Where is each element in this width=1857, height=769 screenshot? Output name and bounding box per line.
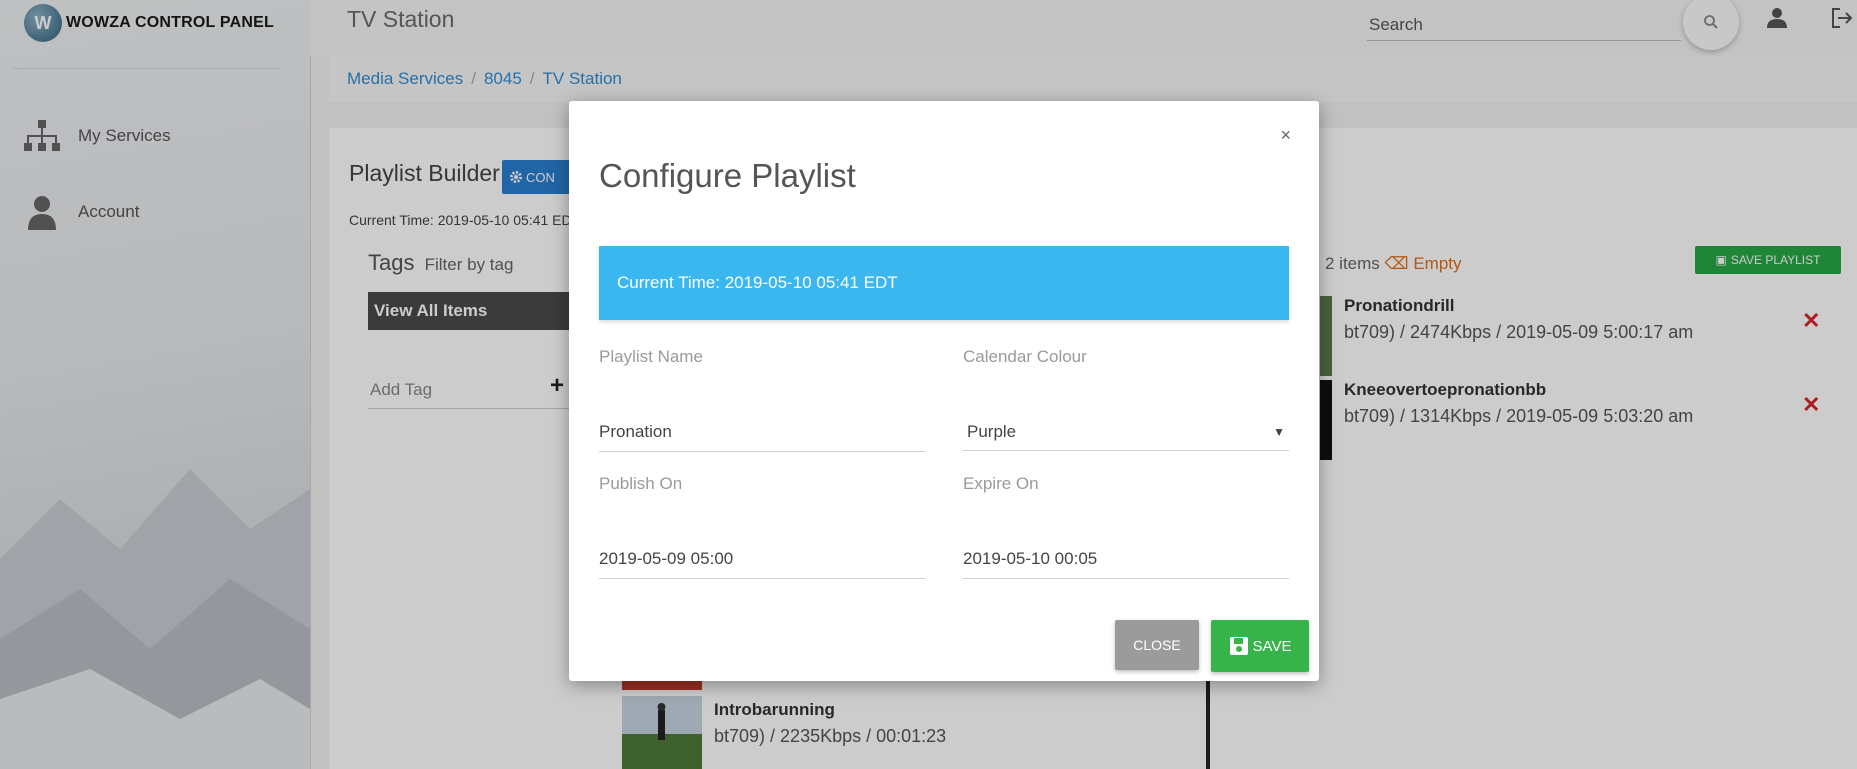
save-floppy-icon (1229, 637, 1248, 655)
playlist-name-input[interactable] (599, 413, 925, 452)
close-button[interactable]: CLOSE (1115, 620, 1199, 670)
dropdown-arrow-icon: ▼ (1273, 424, 1285, 439)
configure-playlist-dialog: × Configure Playlist Current Time: 2019-… (569, 101, 1319, 681)
expire-on-label: Expire On (963, 474, 1039, 493)
calendar-colour-label: Calendar Colour (963, 347, 1087, 366)
save-button[interactable]: SAVE (1211, 620, 1309, 672)
calendar-colour-value: Purple (967, 421, 1017, 441)
calendar-colour-select[interactable]: Purple ▼ (963, 413, 1289, 451)
current-time-banner-text: Current Time: 2019-05-10 05:41 EDT (617, 273, 898, 292)
publish-on-label: Publish On (599, 474, 683, 493)
current-time-banner: Current Time: 2019-05-10 05:41 EDT (599, 246, 1289, 320)
publish-on-input[interactable] (599, 540, 925, 579)
playlist-name-label: Playlist Name (599, 347, 703, 366)
close-icon[interactable]: × (1280, 125, 1291, 146)
expire-on-input[interactable] (963, 540, 1289, 579)
close-button-label: CLOSE (1133, 637, 1181, 653)
dialog-title: Configure Playlist (599, 157, 856, 194)
save-button-label: SAVE (1252, 637, 1292, 655)
